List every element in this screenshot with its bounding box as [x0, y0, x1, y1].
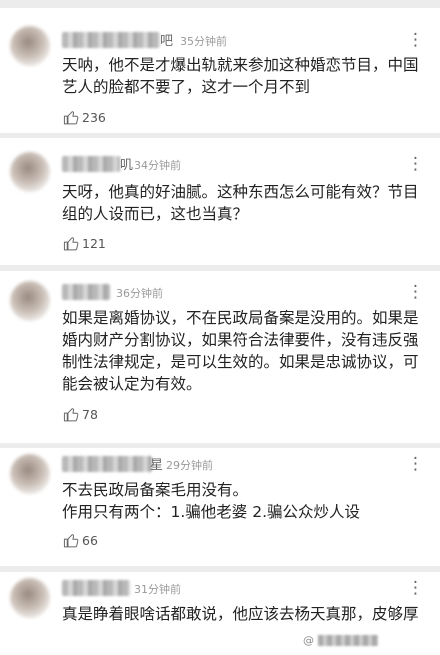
avatar[interactable]: [10, 578, 50, 618]
more-options-icon[interactable]: ⋮: [407, 456, 424, 473]
like-count: 236: [82, 110, 106, 125]
comment-time: 29分钟前: [166, 459, 213, 472]
comment-text: 真是睁着眼啥话都敢说，他应该去杨天真那，皮够厚: [62, 605, 419, 623]
comment-time: 35分钟前: [180, 35, 227, 48]
avatar[interactable]: [10, 152, 50, 192]
avatar[interactable]: [10, 26, 50, 66]
thumbs-up-icon: [63, 534, 79, 548]
username[interactable]: [62, 156, 120, 172]
username[interactable]: [62, 32, 160, 48]
username[interactable]: [62, 284, 110, 300]
more-options-icon[interactable]: ⋮: [407, 284, 424, 301]
username-tail: 吧: [160, 34, 174, 49]
like-count: 78: [82, 407, 98, 422]
comment-text: 不去民政局备案毛用没有。 作用只有两个：1.骗他老婆 2.骗公众炒人设: [62, 481, 361, 521]
comment-feed: 吧 35分钟前 ⋮ 天呐，他不是才爆出轨就来参加这种婚恋节目，中国艺人的脸都不要…: [0, 0, 440, 655]
watermark: @: [303, 634, 378, 647]
username-tail: 星: [150, 458, 164, 473]
comment-text: 天呐，他不是才爆出轨就来参加这种婚恋节目，中国艺人的脸都不要了，这才一个月不到: [62, 56, 419, 96]
like-button[interactable]: 236: [63, 109, 106, 126]
watermark-blurred-name: [318, 635, 378, 646]
comment-card: 吧 35分钟前 ⋮ 天呐，他不是才爆出轨就来参加这种婚恋节目，中国艺人的脸都不要…: [0, 8, 440, 133]
more-options-icon[interactable]: ⋮: [407, 580, 424, 597]
more-options-icon[interactable]: ⋮: [407, 156, 424, 173]
comment-time: 36分钟前: [116, 287, 163, 300]
like-count: 66: [82, 533, 98, 548]
comment-text: 天呀，他真的好油腻。这种东西怎么可能有效？节目组的人设而已，这也当真？: [62, 183, 419, 223]
like-button[interactable]: 121: [63, 235, 106, 252]
avatar[interactable]: [10, 454, 50, 494]
thumbs-up-icon: [63, 237, 79, 251]
comment-time: 34分钟前: [134, 159, 181, 172]
username-tail: 叽: [120, 158, 134, 173]
more-options-icon[interactable]: ⋮: [407, 32, 424, 49]
username[interactable]: [62, 456, 152, 472]
thumbs-up-icon: [63, 111, 79, 125]
comment-card: 星 29分钟前 ⋮ 不去民政局备案毛用没有。 作用只有两个：1.骗他老婆 2.骗…: [0, 448, 440, 566]
comment-card: 叽 34分钟前 ⋮ 天呀，他真的好油腻。这种东西怎么可能有效？节目组的人设而已，…: [0, 138, 440, 265]
username[interactable]: [62, 580, 130, 596]
comment-text: 如果是离婚协议，不在民政局备案是没用的。如果是婚内财产分割协议，如果符合法律要件…: [62, 309, 419, 393]
avatar[interactable]: [10, 281, 50, 321]
like-button[interactable]: 78: [63, 406, 98, 423]
comment-card: 36分钟前 ⋮ 如果是离婚协议，不在民政局备案是没用的。如果是婚内财产分割协议，…: [0, 271, 440, 443]
like-count: 121: [82, 236, 106, 251]
comment-card: 31分钟前 ⋮ 真是睁着眼啥话都敢说，他应该去杨天真那，皮够厚 @: [0, 572, 440, 655]
comment-time: 31分钟前: [134, 583, 181, 596]
like-button[interactable]: 66: [63, 532, 98, 549]
thumbs-up-icon: [63, 408, 79, 422]
watermark-prefix: @: [303, 634, 314, 647]
